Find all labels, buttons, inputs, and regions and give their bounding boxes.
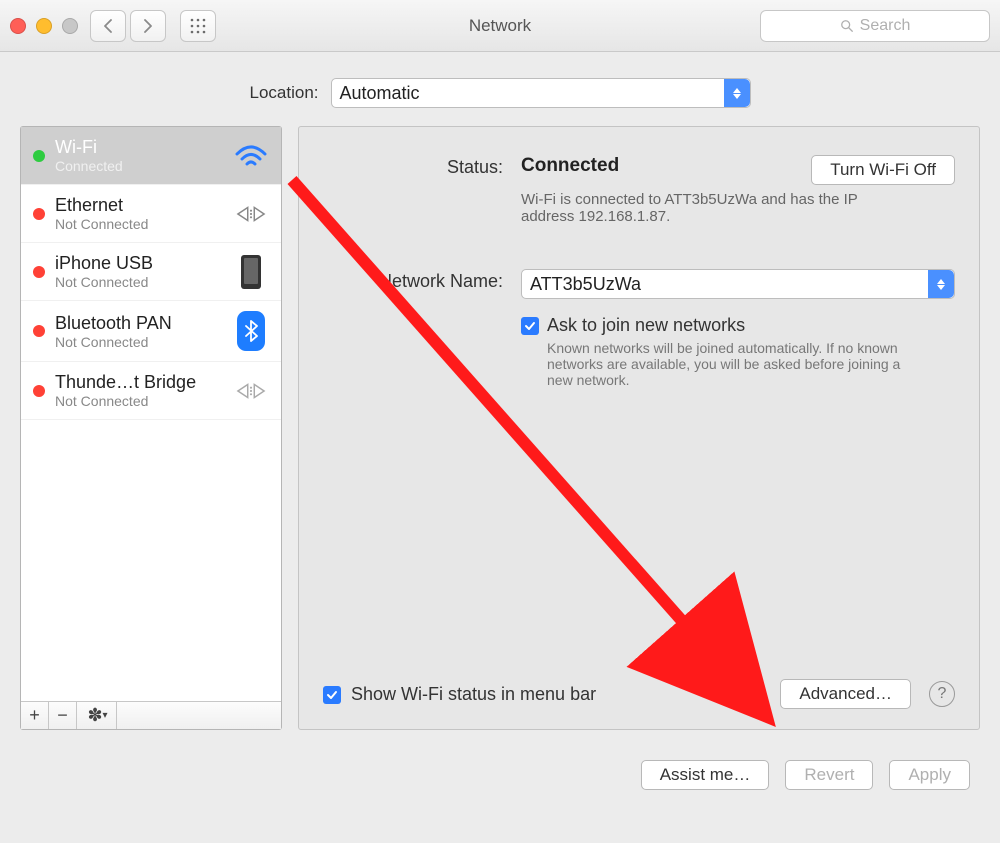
service-ethernet[interactable]: Ethernet Not Connected [21,185,281,243]
ask-to-join-label: Ask to join new networks [547,315,917,336]
bluetooth-icon [233,311,269,351]
assist-me-button[interactable]: Assist me… [641,760,770,790]
network-name-label: Network Name: [323,269,503,388]
service-name: Bluetooth PAN [55,313,223,334]
advanced-button[interactable]: Advanced… [780,679,911,709]
ethernet-icon [233,200,269,228]
search-icon [840,19,854,33]
location-label: Location: [250,83,319,103]
status-dot-icon [33,325,45,337]
zoom-window-button[interactable] [62,18,78,34]
search-field[interactable]: Search [760,10,990,42]
service-sidebar: Wi-Fi Connected Ethernet Not Connected [20,126,282,730]
revert-button[interactable]: Revert [785,760,873,790]
phone-icon [233,255,269,289]
window-controls [10,18,78,34]
service-list: Wi-Fi Connected Ethernet Not Connected [21,127,281,701]
network-name-popup[interactable]: ATT3b5UzWa [521,269,955,299]
service-wifi[interactable]: Wi-Fi Connected [21,127,281,185]
service-name: iPhone USB [55,253,223,274]
show-menubar-checkbox[interactable] [323,686,341,704]
service-status: Not Connected [55,274,223,290]
service-name: Ethernet [55,195,223,216]
show-menubar-label: Show Wi-Fi status in menu bar [351,684,596,705]
show-all-button[interactable] [180,10,216,42]
apply-button[interactable]: Apply [889,760,970,790]
service-status: Not Connected [55,393,223,409]
ask-to-join-checkbox[interactable] [521,317,539,335]
location-value: Automatic [340,83,420,104]
service-status: Not Connected [55,216,223,232]
help-button[interactable]: ? [929,681,955,707]
service-iphone-usb[interactable]: iPhone USB Not Connected [21,243,281,301]
status-label: Status: [323,155,503,225]
status-dot-icon [33,208,45,220]
sidebar-footer: + − ✽▾ [21,701,281,729]
close-window-button[interactable] [10,18,26,34]
ethernet-icon [233,377,269,405]
back-button[interactable] [90,10,126,42]
popup-arrows-icon [928,270,954,298]
forward-button[interactable] [130,10,166,42]
service-thunderbolt-bridge[interactable]: Thunde…t Bridge Not Connected [21,362,281,420]
status-dot-icon [33,266,45,278]
search-placeholder: Search [860,17,911,35]
add-service-button[interactable]: + [21,702,49,729]
wifi-toggle-button[interactable]: Turn Wi-Fi Off [811,155,955,185]
location-row: Location: Automatic [0,52,1000,126]
footer-buttons: Assist me… Revert Apply [0,740,1000,790]
status-dot-icon [33,150,45,162]
service-name: Thunde…t Bridge [55,372,223,393]
service-bluetooth-pan[interactable]: Bluetooth PAN Not Connected [21,301,281,362]
remove-service-button[interactable]: − [49,702,77,729]
location-popup[interactable]: Automatic [331,78,751,108]
service-name: Wi-Fi [55,137,223,158]
action-menu-button[interactable]: ✽▾ [77,702,117,729]
service-status: Connected [55,158,223,174]
status-dot-icon [33,385,45,397]
status-description: Wi-Fi is connected to ATT3b5UzWa and has… [521,191,901,225]
status-value: Connected [521,155,619,177]
popup-arrows-icon [724,79,750,107]
detail-panel: Status: Connected Turn Wi-Fi Off Wi-Fi i… [298,126,980,730]
sidebar-footer-spacer [117,702,281,729]
minimize-window-button[interactable] [36,18,52,34]
ask-to-join-description: Known networks will be joined automatica… [547,340,917,388]
wifi-icon [233,140,269,172]
service-status: Not Connected [55,334,223,350]
titlebar: Network Search [0,0,1000,52]
network-name-value: ATT3b5UzWa [530,274,641,295]
